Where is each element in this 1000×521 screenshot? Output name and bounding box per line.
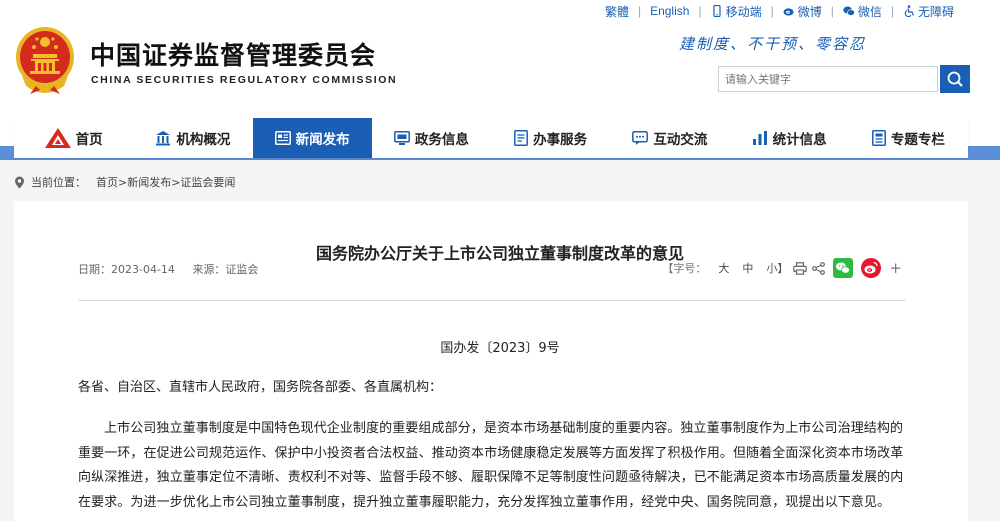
wechat-share-icon [833,258,854,278]
nav-item-about[interactable]: 机构概况 [133,118,252,158]
home-icon [44,128,71,148]
font-size-large[interactable]: 大 [718,260,729,276]
nav-item-gov-info[interactable]: 政务信息 [372,118,491,158]
nav-item-label: 机构概况 [176,132,231,148]
weibo-link[interactable]: 微博 [783,3,822,20]
separator: | [637,4,642,18]
main-nav: 首页 机构概况 新闻发布 政务信息 办事服务 互动交流 统计信息 专题专栏 [14,118,968,158]
weibo-share-icon [861,258,882,278]
wechat-icon [843,6,855,16]
nav-item-label: 互动交流 [653,132,708,148]
share-icon [812,261,826,275]
location-pin-icon [15,176,24,188]
nav-item-topics[interactable]: 专题专栏 [849,118,968,158]
national-emblem-logo[interactable] [14,24,76,96]
search-input[interactable] [718,66,938,92]
mobile-icon [712,5,721,17]
building-icon [156,131,171,146]
topic-icon [871,130,886,146]
top-utility-bar: 繁體 | English | 移动端 | 微博 | 微信 | 无障碍 [605,3,954,19]
accessibility-icon [904,5,915,17]
nav-item-label: 首页 [75,132,103,148]
site-english-name: CHINA SECURITIES REGULATORY COMMISSION [91,74,398,86]
share-wechat-button[interactable] [833,258,854,278]
font-size-medium[interactable]: 中 [742,260,753,276]
monitor-icon [393,130,410,145]
article-meta: 日期：2023-04-14 来源：证监会 [78,261,258,277]
article-source: 来源：证监会 [192,263,259,276]
search-icon [947,71,963,87]
news-icon [274,131,291,145]
chat-icon [632,130,649,145]
article-date: 日期：2023-04-14 [78,263,175,276]
site-motto: 建制度、不干预、零容忍 [679,35,867,53]
body-paragraph: 上市公司独立董事制度是中国特色现代企业制度的重要组成部分，是资本市场基础制度的重… [78,421,904,510]
stats-icon [752,131,767,145]
separator: | [890,4,894,18]
title-divider [78,300,906,301]
share-weibo-button[interactable] [861,258,882,278]
traditional-chinese-link[interactable]: 繁體 [605,3,629,20]
accessibility-link[interactable]: 无障碍 [903,3,954,20]
english-link[interactable]: English [650,4,689,18]
separator: | [830,4,834,18]
nav-item-home[interactable]: 首页 [14,118,133,158]
print-button[interactable] [793,261,808,275]
wechat-label: 微信 [857,4,882,19]
site-chinese-name: 中国证券监督管理委员会 [90,41,377,70]
document-number: 国办发〔2023〕9号 [440,341,560,356]
print-icon [793,261,808,275]
accessibility-label: 无障碍 [917,4,954,19]
article-tools: 【字号： 大 中 小】 + [662,258,902,278]
font-size-label: 【字号： [662,262,707,275]
separator: | [770,4,774,18]
nav-item-services[interactable]: 办事服务 [491,118,610,158]
breadcrumb-label: 当前位置： [31,176,86,189]
document-icon [514,130,529,146]
weibo-icon [783,8,794,16]
font-size-small[interactable]: 小】 [766,260,788,276]
mobile-label: 移动端 [725,4,762,19]
mobile-link[interactable]: 移动端 [711,3,762,20]
nav-item-news[interactable]: 新闻发布 [252,118,372,158]
share-button[interactable] [812,261,826,275]
document-salutation: 各省、自治区、直辖市人民政府，国务院各部委、各直属机构： [78,380,443,395]
breadcrumb-path[interactable]: 首页>新闻发布>证监会要闻 [96,174,235,190]
nav-item-label: 统计信息 [772,132,827,148]
nav-item-label: 新闻发布 [295,132,350,148]
nav-item-label: 专题专栏 [890,132,945,148]
wechat-link[interactable]: 微信 [843,3,882,20]
more-share-button[interactable]: + [889,259,902,277]
search-button[interactable] [940,65,970,93]
separator: | [698,4,702,18]
weibo-label: 微博 [797,4,822,19]
nav-item-interaction[interactable]: 互动交流 [610,118,729,158]
nav-item-statistics[interactable]: 统计信息 [730,118,849,158]
site-header: 繁體 | English | 移动端 | 微博 | 微信 | 无障碍 中国证券监… [0,0,1000,118]
nav-item-label: 办事服务 [533,132,588,148]
nav-item-label: 政务信息 [414,132,469,148]
breadcrumb: 当前位置： 首页>新闻发布>证监会要闻 [14,174,235,190]
